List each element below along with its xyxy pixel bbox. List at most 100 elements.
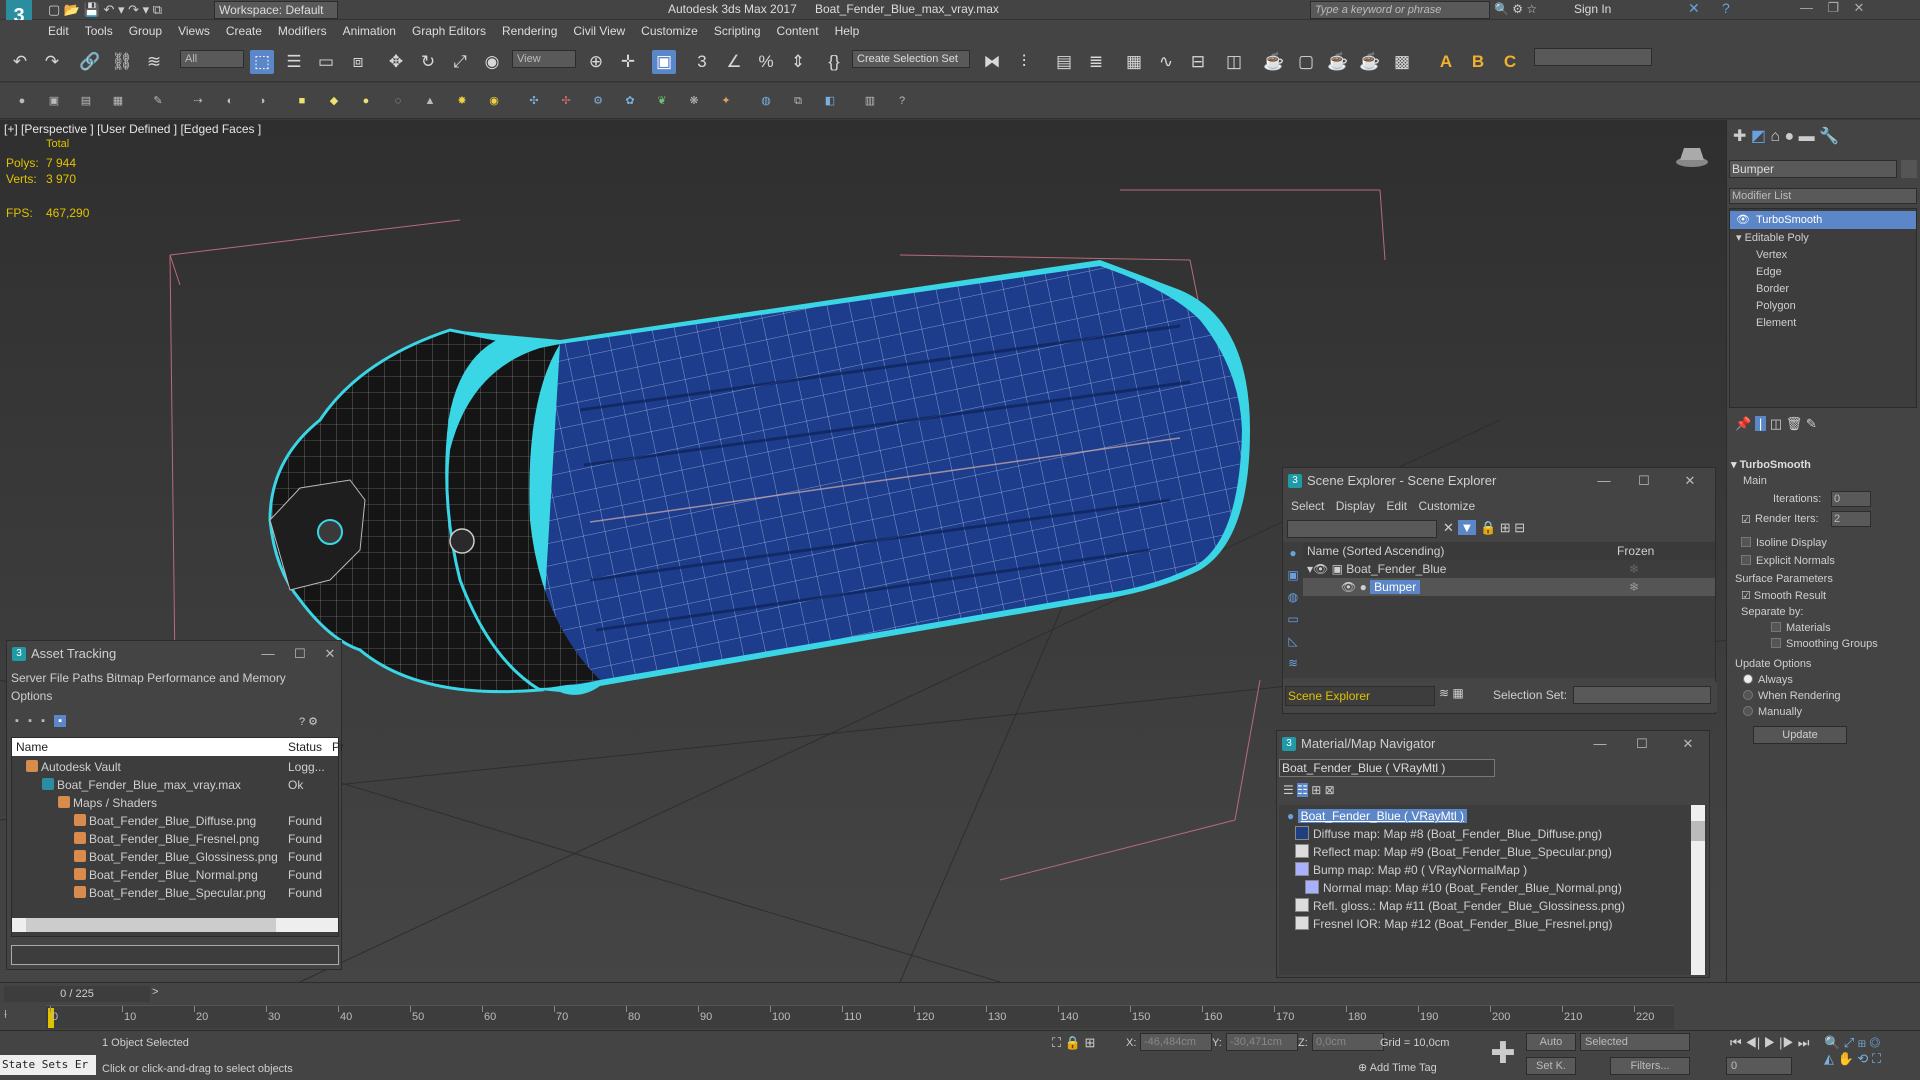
rendered-frame-window-icon[interactable]: ▢ <box>1294 50 1318 74</box>
stack-subobject-polygon[interactable]: Polygon <box>1756 297 1796 315</box>
viewport-shading-menu[interactable]: [User Defined ] <box>97 122 177 136</box>
viewport-label[interactable]: [+] [Perspective ] [User Defined ] [Edge… <box>4 122 261 136</box>
modifier-list-select[interactable]: Modifier List <box>1729 188 1917 204</box>
viewport-mode-menu[interactable]: [Edged Faces ] <box>180 122 261 136</box>
tool-icon-24[interactable]: ⧉ <box>790 93 806 109</box>
scene-toolbar-icons[interactable]: ✕ ▼ 🔒 ⊞ ⊟ <box>1443 520 1525 536</box>
menu-paths[interactable]: Paths <box>72 671 103 685</box>
menu-scripting[interactable]: Scripting <box>706 20 769 42</box>
rotate-icon[interactable]: ↻ <box>416 50 440 74</box>
selection-filter-select[interactable]: All <box>180 50 244 68</box>
key-filters-button[interactable]: Filters... <box>1610 1057 1690 1075</box>
tool-icon-13[interactable]: ▲ <box>422 93 438 109</box>
viewport-pov-menu[interactable]: [Perspective ] <box>21 122 94 136</box>
stack-subobject-border[interactable]: Border <box>1756 280 1789 298</box>
material-name-field[interactable]: Boat_Fender_Blue ( VRayMtl ) <box>1279 759 1495 777</box>
list-item[interactable]: Boat_Fender_Blue_Fresnel.png <box>74 830 259 848</box>
isoline-row[interactable]: Isoline Display <box>1741 537 1917 549</box>
list-item[interactable]: Bump map: Map #0 ( VRayNormalMap ) <box>1295 861 1527 879</box>
list-item[interactable]: Boat_Fender_Blue_Normal.png <box>74 866 258 884</box>
curve-editor-icon[interactable]: ∿ <box>1154 50 1178 74</box>
stack-item-editable-poly[interactable]: ▾ Editable Poly <box>1736 229 1809 247</box>
menu-customize[interactable]: Customize <box>633 20 706 42</box>
iterations-spinner[interactable]: 0 <box>1831 491 1871 507</box>
object-color-swatch[interactable] <box>1901 160 1917 178</box>
view-mode-icons[interactable]: ☰ ☷ ⊞ ⊠ <box>1283 783 1335 797</box>
reference-coord-select[interactable]: View <box>512 50 576 68</box>
menu-display[interactable]: Display <box>1336 499 1375 513</box>
layers-icon[interactable]: ≋ ▦ <box>1439 686 1464 700</box>
list-item[interactable]: Boat_Fender_Blue_Specular.png <box>74 884 266 902</box>
curve-editor-toggle-icon[interactable]: ⟊ <box>4 1007 7 1022</box>
stack-subobject-element[interactable]: Element <box>1756 314 1796 332</box>
tool-icon-1[interactable]: ● <box>14 93 30 109</box>
tool-icon-20[interactable]: ❦ <box>654 93 670 109</box>
tool-icon-8[interactable]: ◑ <box>254 93 270 109</box>
horizontal-scrollbar[interactable] <box>12 918 338 932</box>
tool-icon-2[interactable]: ▣ <box>46 93 62 109</box>
isolate-icons[interactable]: ⛶ 🔒 ⊞ <box>1052 1035 1095 1051</box>
text-tool-b-icon[interactable]: B <box>1466 50 1490 74</box>
explicit-normals-row[interactable]: Explicit Normals <box>1741 555 1917 567</box>
select-manipulate-icon[interactable]: ✛ <box>616 50 640 74</box>
scene-filter-column[interactable]: ● ▣ ◍ ▭ ◺ ≋ <box>1283 542 1303 678</box>
list-item[interactable]: Boat_Fender_Blue_Diffuse.png <box>74 812 256 830</box>
set-key-button[interactable]: Set K. <box>1526 1057 1576 1075</box>
table-row[interactable]: 👁 ● Bumper ❄ <box>1303 578 1715 596</box>
close-icon[interactable]: ✕ <box>319 641 341 667</box>
current-frame-field[interactable]: 0 <box>1726 1057 1792 1075</box>
menu-edit[interactable]: Edit <box>40 20 77 42</box>
col-frozen[interactable]: Frozen <box>1617 542 1654 560</box>
undo-icon[interactable]: ↶ <box>8 50 32 74</box>
playback-controls[interactable]: ⏮ ◀| ▶ |▶ ⏭ <box>1730 1035 1809 1051</box>
keyboard-shortcut-override-icon[interactable]: ▣ <box>652 50 676 74</box>
col-name[interactable]: Name <box>16 738 48 756</box>
asset-help-icons[interactable]: ? ⚙ <box>299 715 318 728</box>
search-input[interactable]: Type a keyword or phrase <box>1310 1 1490 19</box>
sign-in-link[interactable]: Sign In <box>1574 2 1611 16</box>
placement-icon[interactable]: ◉ <box>480 50 504 74</box>
tool-icon-25[interactable]: ◧ <box>822 93 838 109</box>
scene-explorer-icon[interactable]: ▤ <box>1052 50 1076 74</box>
workspace-select[interactable]: Workspace: Default <box>214 1 338 19</box>
percent-snap-icon[interactable]: % <box>754 50 778 74</box>
text-tool-c-icon[interactable]: C <box>1498 50 1522 74</box>
render-setup-icon[interactable]: ☕ <box>1262 50 1286 74</box>
tool-icon-4[interactable]: ▦ <box>110 93 126 109</box>
list-item[interactable]: Normal map: Map #10 (Boat_Fender_Blue_No… <box>1305 879 1622 897</box>
scene-search-input[interactable] <box>1287 520 1437 538</box>
tool-icon-5[interactable]: ✎ <box>150 93 166 109</box>
maximize-icon[interactable]: ☐ <box>289 641 311 667</box>
stack-item-turbosmooth[interactable]: 👁 TurboSmooth <box>1730 211 1916 229</box>
stack-subobject-edge[interactable]: Edge <box>1756 263 1782 281</box>
menu-civil-view[interactable]: Civil View <box>565 20 633 42</box>
tool-icon-7[interactable]: ◐ <box>222 93 238 109</box>
menu-views[interactable]: Views <box>170 20 218 42</box>
close-icon[interactable]: ✕ <box>1679 468 1701 494</box>
scene-explorer-titlebar[interactable]: 3 Scene Explorer - Scene Explorer — ☐ ✕ <box>1283 468 1715 494</box>
tool-icon-22[interactable]: ✦ <box>718 93 734 109</box>
bind-spacewarp-icon[interactable]: ≋ <box>142 50 166 74</box>
menu-options[interactable]: Options <box>11 689 52 703</box>
scale-icon[interactable]: ⤢ <box>448 50 472 74</box>
maxscript-listener[interactable]: State Sets Er <box>0 1055 96 1075</box>
menu-edit[interactable]: Edit <box>1386 499 1407 513</box>
col-status[interactable]: Status <box>288 738 322 756</box>
material-root[interactable]: ● Boat_Fender_Blue ( VRayMtl ) <box>1287 807 1467 825</box>
exchange-icon[interactable]: ✕ <box>1688 0 1700 17</box>
x-coord-field[interactable]: -46,484cm <box>1140 1033 1212 1051</box>
set-key-icon[interactable]: ✚ <box>1486 1037 1520 1071</box>
menu-group[interactable]: Group <box>121 20 170 42</box>
window-controls[interactable]: — ❐ ✕ <box>1800 0 1864 16</box>
list-item[interactable]: Refl. gloss.: Map #11 (Boat_Fender_Blue_… <box>1295 897 1625 915</box>
minimize-icon[interactable]: — <box>1593 468 1615 494</box>
auto-key-button[interactable]: Auto <box>1526 1033 1576 1051</box>
menu-content[interactable]: Content <box>769 20 827 42</box>
tool-icon-23[interactable]: ◍ <box>758 93 774 109</box>
snaps-toggle-icon[interactable]: 3 <box>690 50 714 74</box>
key-filter-select[interactable]: Selected <box>1580 1033 1690 1051</box>
manually-radio[interactable]: Manually <box>1743 706 1917 718</box>
select-by-name-icon[interactable]: ☰ <box>282 50 306 74</box>
render-iters-spinner[interactable]: 2 <box>1831 511 1871 527</box>
smoothing-groups-row[interactable]: Smoothing Groups <box>1771 638 1917 650</box>
